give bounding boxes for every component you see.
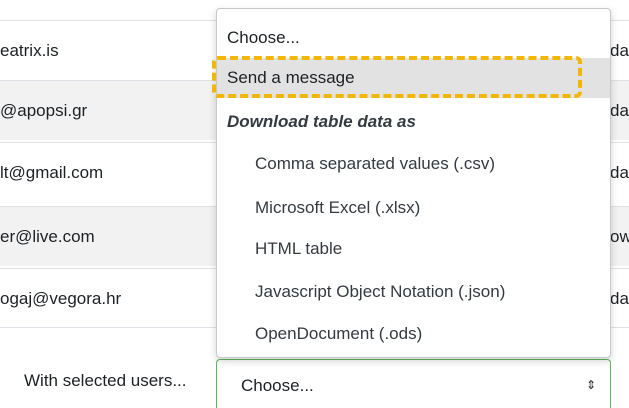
menu-group-header: Download table data as [227,112,416,131]
table-cell: da [610,163,629,182]
participants-page: eatrix.is da @apopsi.gr da lt@gmail.com … [0,0,629,408]
select-value: Choose... [241,376,314,395]
email-cell: lt@gmail.com [0,163,104,182]
table-cell: da [610,101,629,120]
table-cell: da [610,289,629,308]
menu-item-csv[interactable]: Comma separated values (.csv) [217,152,610,176]
with-selected-label: With selected users... [24,371,187,390]
bulk-action-dropdown: Choose... Send a message Download table … [216,8,611,358]
bulk-action-select[interactable]: Choose... ⇕ [216,359,611,408]
email-cell: @apopsi.gr [0,101,88,120]
menu-item-json[interactable]: Javascript Object Notation (.json) [217,280,610,304]
table-cell: ow [610,227,629,246]
menu-item-html[interactable]: HTML table [217,237,610,261]
menu-item-send-message[interactable]: Send a message [217,58,610,98]
menu-item-xlsx[interactable]: Microsoft Excel (.xlsx) [217,196,610,220]
email-cell: er@live.com [0,227,95,246]
table-cell: da [610,41,629,60]
email-cell: ogaj@vegora.hr [0,289,122,308]
menu-item-choose[interactable]: Choose... [217,26,610,50]
sort-arrows-icon: ⇕ [585,378,596,392]
menu-item-ods[interactable]: OpenDocument (.ods) [217,322,610,346]
email-cell: eatrix.is [0,41,59,60]
